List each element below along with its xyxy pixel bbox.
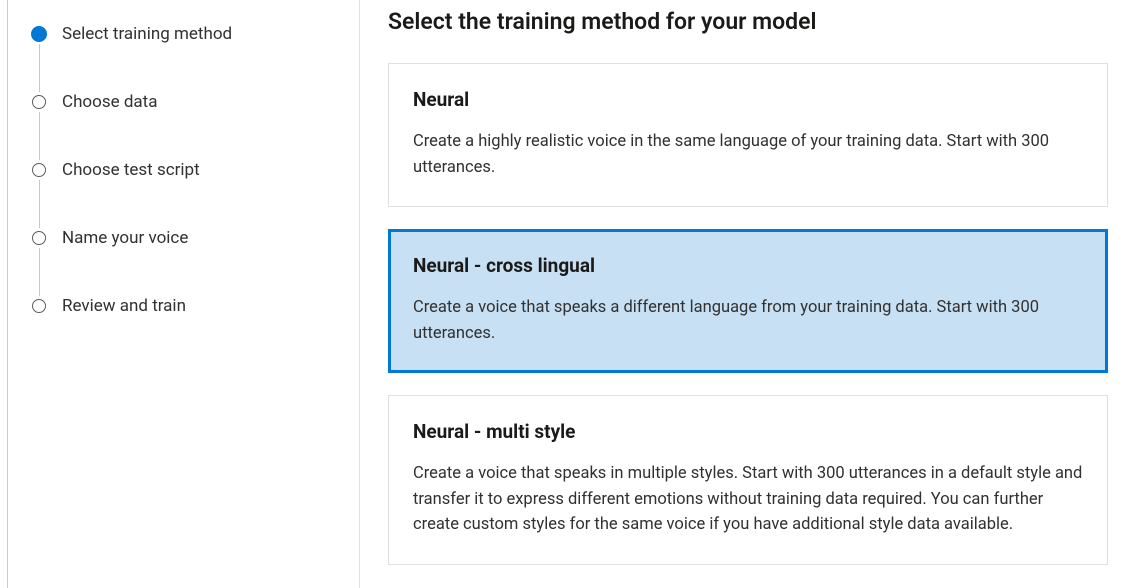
step-label: Select training method [62, 24, 232, 44]
step-list: Select training method Choose data Choos… [32, 24, 339, 316]
step-connector [39, 44, 40, 92]
wizard-steps-sidebar: Select training method Choose data Choos… [8, 0, 360, 588]
step-connector [39, 248, 40, 296]
step-name-your-voice[interactable]: Name your voice [32, 228, 339, 248]
step-choose-data[interactable]: Choose data [32, 92, 339, 112]
step-bullet-icon [32, 231, 46, 245]
step-connector [39, 112, 40, 160]
step-review-and-train[interactable]: Review and train [32, 296, 339, 316]
step-connector [39, 180, 40, 228]
step-label: Review and train [62, 296, 186, 316]
card-title: Neural - multi style [413, 420, 1083, 443]
card-description: Create a voice that speaks a different l… [413, 295, 1083, 346]
step-label: Name your voice [62, 228, 188, 248]
step-bullet-icon [32, 163, 46, 177]
step-label: Choose data [62, 92, 157, 112]
card-title: Neural [413, 88, 1083, 111]
page-title: Select the training method for your mode… [388, 8, 1108, 35]
step-label: Choose test script [62, 160, 200, 180]
step-bullet-icon [32, 95, 46, 109]
step-bullet-icon [31, 26, 47, 42]
step-choose-test-script[interactable]: Choose test script [32, 160, 339, 180]
step-select-training-method[interactable]: Select training method [32, 24, 339, 44]
card-neural-multi-style[interactable]: Neural - multi style Create a voice that… [388, 395, 1108, 565]
card-description: Create a voice that speaks in multiple s… [413, 461, 1083, 538]
card-description: Create a highly realistic voice in the s… [413, 129, 1083, 180]
main-content: Select the training method for your mode… [360, 0, 1140, 588]
card-neural-cross-lingual[interactable]: Neural - cross lingual Create a voice th… [388, 229, 1108, 373]
left-edge-divider [0, 0, 8, 588]
step-bullet-icon [32, 299, 46, 313]
card-neural[interactable]: Neural Create a highly realistic voice i… [388, 63, 1108, 207]
card-title: Neural - cross lingual [413, 254, 1083, 277]
